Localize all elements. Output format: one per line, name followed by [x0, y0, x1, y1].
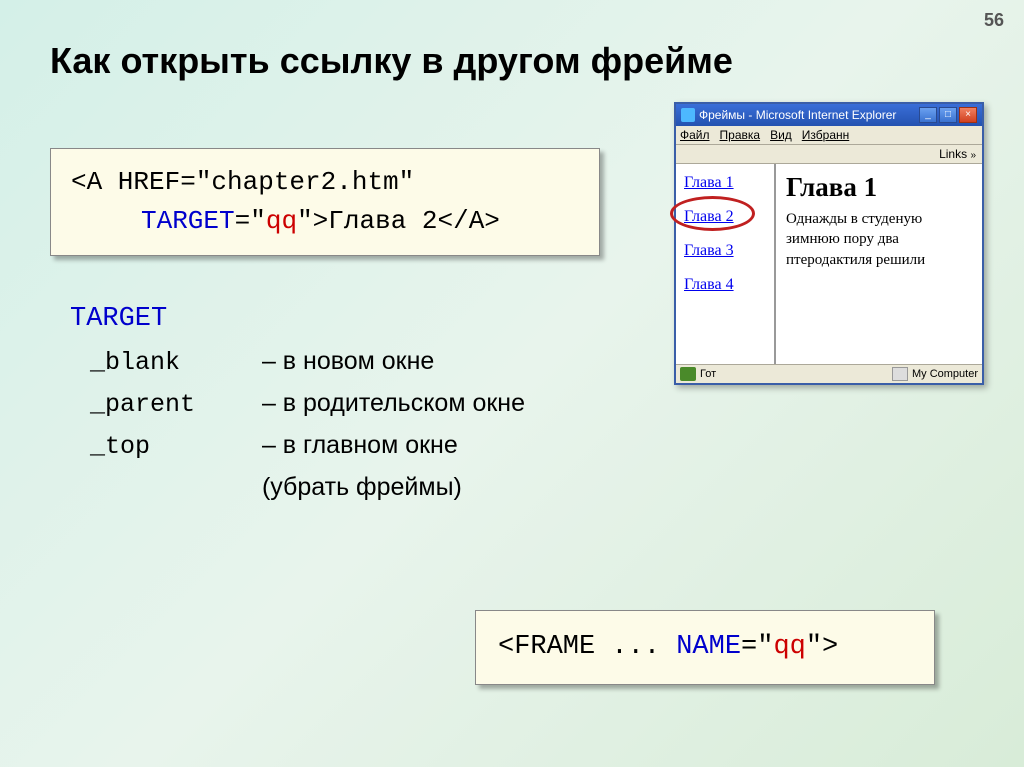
target-parent: _parent: [90, 385, 255, 425]
target-top-desc2: (убрать фреймы): [262, 473, 462, 501]
target-parent-desc: – в родительском окне: [262, 389, 525, 417]
code-keyword-name: NAME: [676, 632, 741, 662]
code-text: =": [741, 632, 773, 662]
frame-content: Глава 1 Глава 2 Глава 3 Глава 4 Глава 1 …: [676, 164, 982, 364]
slide-title: Как открыть ссылку в другом фрейме: [50, 40, 733, 82]
code-text: <FRAME ...: [498, 632, 676, 662]
ie-icon: [681, 108, 695, 122]
code-text: ">: [806, 632, 838, 662]
code-value-qq: qq: [773, 632, 805, 662]
code-example-frame: <FRAME ... NAME="qq">: [475, 610, 935, 685]
code-text: =": [235, 206, 266, 236]
target-top: _top: [90, 427, 255, 467]
content-paragraph: Однажды в студеную зимнюю пору два птеро…: [786, 209, 972, 270]
content-heading: Глава 1: [786, 172, 972, 203]
go-icon: [680, 367, 696, 381]
browser-window: Фреймы - Microsoft Internet Explorer _ □…: [674, 102, 984, 385]
code-text: ">: [297, 206, 328, 236]
titlebar: Фреймы - Microsoft Internet Explorer _ □…: [676, 104, 982, 126]
close-button[interactable]: ×: [959, 107, 977, 123]
target-blank: _blank: [90, 343, 255, 383]
statusbar: Гот My Computer: [676, 364, 982, 383]
menu-file[interactable]: Файл: [680, 128, 710, 142]
computer-icon: [892, 367, 908, 381]
target-blank-desc: – в новом окне: [262, 347, 434, 375]
right-frame-content: Глава 1 Однажды в студеную зимнюю пору д…: [776, 164, 982, 364]
code-text: </A>: [438, 206, 500, 236]
code-keyword-target: TARGET: [141, 206, 235, 236]
minimize-button[interactable]: _: [919, 107, 937, 123]
link-chapter-4[interactable]: Глава 4: [684, 276, 766, 294]
target-top-desc: – в главном окне: [262, 431, 458, 459]
maximize-button[interactable]: □: [939, 107, 957, 123]
page-number: 56: [984, 10, 1004, 31]
window-title: Фреймы - Microsoft Internet Explorer: [699, 108, 896, 122]
code-text: Глава 2: [328, 206, 437, 236]
link-chapter-3[interactable]: Глава 3: [684, 242, 766, 260]
menu-favorites[interactable]: Избранн: [802, 128, 849, 142]
target-header: TARGET: [70, 298, 525, 341]
links-label[interactable]: Links: [939, 147, 967, 161]
menu-view[interactable]: Вид: [770, 128, 792, 142]
menu-edit[interactable]: Правка: [720, 128, 761, 142]
menubar: Файл Правка Вид Избранн: [676, 126, 982, 145]
code-text: <A HREF="chapter2.htm": [71, 167, 414, 197]
links-toolbar: Links »: [676, 145, 982, 164]
link-chapter-1[interactable]: Глава 1: [684, 174, 766, 192]
status-text: Гот: [700, 368, 716, 380]
code-example-anchor: <A HREF="chapter2.htm" TARGET="qq">Глава…: [50, 148, 600, 256]
target-values-list: TARGET _blank – в новом окне _parent – в…: [70, 298, 525, 507]
left-frame-nav: Глава 1 Глава 2 Глава 3 Глава 4: [676, 164, 776, 364]
zone-label: My Computer: [912, 368, 978, 380]
link-chapter-2[interactable]: Глава 2: [684, 208, 766, 226]
chevron-icon[interactable]: »: [970, 150, 976, 161]
code-value-qq: qq: [266, 206, 297, 236]
